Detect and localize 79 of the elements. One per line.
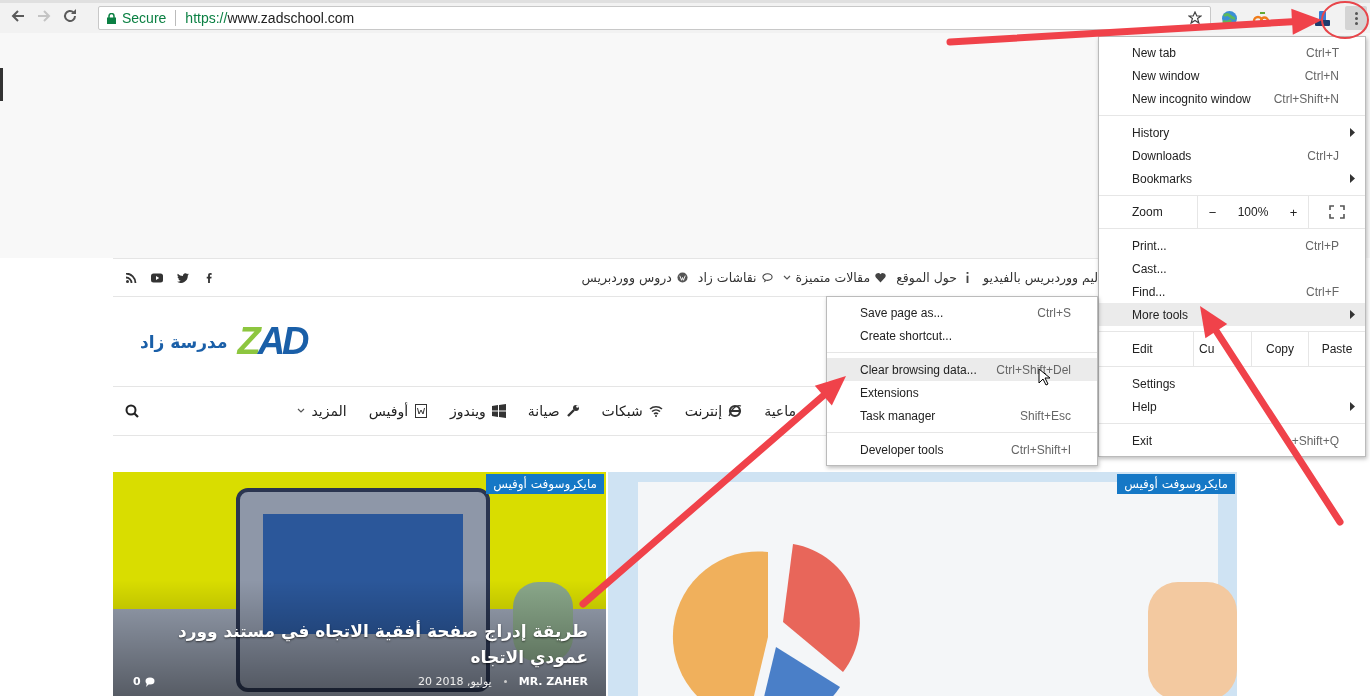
lock-icon xyxy=(107,12,116,24)
shortcut-label: Ctrl+N xyxy=(1304,68,1339,83)
chat-bubble-icon xyxy=(761,272,773,283)
menu-item[interactable]: Save page as... Ctrl+S xyxy=(827,301,1097,324)
menu-item[interactable]: Exit +Shift+Q xyxy=(1099,429,1365,452)
caret-icon xyxy=(782,274,791,281)
menu-item[interactable]: History xyxy=(1099,121,1365,144)
top-link[interactable]: حول الموقع xyxy=(896,270,957,285)
shortcut-label: Ctrl+Shift+Del xyxy=(996,362,1071,377)
top-link[interactable]: ليم ووردبريس بالفيديو xyxy=(983,270,1098,285)
reload-icon[interactable] xyxy=(62,8,78,24)
bookmark-star-icon[interactable] xyxy=(1188,11,1202,25)
nav-link[interactable]: ويندوز xyxy=(450,403,486,419)
zoom-level: 100% xyxy=(1237,205,1269,219)
wrench-icon xyxy=(565,404,580,418)
shortcut-label: +Shift+Q xyxy=(1291,433,1339,448)
menu-item[interactable]: Developer tools Ctrl+Shift+I xyxy=(827,438,1097,461)
zoom-in-button[interactable]: + xyxy=(1289,204,1298,220)
shortcut-label: Ctrl+F xyxy=(1306,284,1339,299)
nav-link[interactable]: ماعية xyxy=(764,403,796,419)
nav-link[interactable]: إنترنت xyxy=(684,403,723,419)
menu-item[interactable]: New window Ctrl+N xyxy=(1099,64,1365,87)
shortcut-label: Ctrl+T xyxy=(1306,45,1339,60)
shortcut-label: Ctrl+J xyxy=(1307,148,1339,163)
site-name[interactable]: مدرسة زاد xyxy=(140,331,228,352)
menu-item[interactable]: Downloads Ctrl+J xyxy=(1099,144,1365,167)
menu-button[interactable] xyxy=(1345,6,1367,30)
nav-link[interactable]: شبكات xyxy=(601,403,643,419)
shortcut-label: Ctrl+Shift+N xyxy=(1273,91,1339,106)
browser-e-icon xyxy=(728,404,743,418)
fullscreen-icon[interactable] xyxy=(1329,205,1345,219)
address-bar[interactable]: Secure https://www.zadschool.com xyxy=(98,6,1211,30)
windows-logo-icon xyxy=(491,404,506,418)
twitter-icon[interactable] xyxy=(177,272,189,283)
menu-item[interactable]: Create shortcut... xyxy=(827,324,1097,347)
shortcut-label: Ctrl+Shift+I xyxy=(1010,442,1071,457)
shortcut-label: Ctrl+S xyxy=(1037,305,1071,320)
menu-item[interactable]: Clear browsing data... Ctrl+Shift+Del xyxy=(827,358,1097,381)
menu-item[interactable]: Help xyxy=(1099,395,1365,418)
security-label: Secure xyxy=(122,10,167,26)
caret-icon xyxy=(297,408,306,414)
nav-link[interactable]: أوفيس xyxy=(368,403,409,419)
zoom-out-button[interactable]: − xyxy=(1208,204,1217,220)
post-date: 20 يوليو, 2018 xyxy=(418,675,492,688)
rss-icon[interactable] xyxy=(125,272,137,283)
top-link[interactable]: دروس ووردبريس xyxy=(581,270,672,285)
menu-item[interactable]: Settings xyxy=(1099,372,1365,395)
nav-link[interactable]: المزيد xyxy=(311,403,347,419)
url-host: www.zadschool.com xyxy=(227,10,355,26)
category-badge[interactable]: مايكروسوفت أوفيس xyxy=(486,474,604,494)
menu-item[interactable]: New tab Ctrl+T xyxy=(1099,41,1365,64)
youtube-icon[interactable] xyxy=(151,272,163,283)
zoom-label: Zoom xyxy=(1131,205,1164,219)
top-link[interactable]: مقالات متميزة xyxy=(795,270,871,285)
nav-link[interactable]: صيانة xyxy=(527,403,560,419)
shortcut-label: Ctrl+P xyxy=(1305,238,1339,253)
post-author[interactable]: MR. ZAHER xyxy=(518,675,588,688)
wifi-icon xyxy=(648,404,663,418)
menu-item[interactable]: Bookmarks xyxy=(1099,167,1365,190)
menu-item[interactable]: Print... Ctrl+P xyxy=(1099,234,1365,257)
menu-item[interactable]: Task manager Shift+Esc xyxy=(827,404,1097,427)
heart-icon xyxy=(875,272,887,283)
comment-count: 0 xyxy=(133,675,141,688)
logo-mark[interactable]: ZAD xyxy=(237,320,307,363)
url-scheme: https:// xyxy=(185,10,228,26)
menu-item[interactable]: More tools xyxy=(1099,303,1365,326)
shortcut-label: Shift+Esc xyxy=(1019,408,1071,423)
annotation-circle xyxy=(1321,1,1369,39)
menu-item[interactable]: New incognito window Ctrl+Shift+N xyxy=(1099,87,1365,110)
top-link[interactable]: نقاشات زاد xyxy=(697,270,757,285)
back-arrow-icon[interactable] xyxy=(10,8,26,24)
comments-icon xyxy=(144,676,157,687)
wordpress-icon xyxy=(676,272,688,283)
document-icon xyxy=(414,404,429,418)
category-badge[interactable]: مايكروسوفت أوفيس xyxy=(1117,474,1235,494)
edit-label: Edit xyxy=(1131,342,1154,356)
search-icon[interactable] xyxy=(125,404,139,418)
menu-item[interactable]: Find... Ctrl+F xyxy=(1099,280,1365,303)
menu-item[interactable]: Cast... xyxy=(1099,257,1365,280)
